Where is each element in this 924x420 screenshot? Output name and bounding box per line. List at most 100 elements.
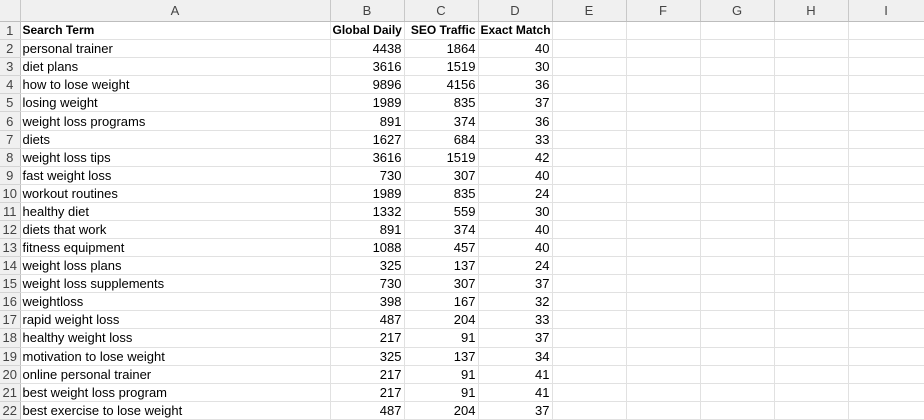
cell-empty[interactable]	[848, 292, 924, 312]
cell-seo-traffic[interactable]: 137	[404, 256, 479, 276]
cell-empty[interactable]	[774, 328, 849, 348]
cell-exact-match[interactable]: 24	[478, 184, 553, 203]
cell-search-term[interactable]: how to lose weight	[20, 75, 331, 95]
cell-empty[interactable]	[774, 274, 849, 294]
cell-empty[interactable]	[552, 93, 627, 113]
row-number[interactable]: 18	[0, 328, 21, 348]
cell-search-term[interactable]: healthy diet	[20, 202, 331, 221]
cell-global-daily[interactable]: 3616	[330, 57, 405, 77]
cell-empty[interactable]	[700, 39, 775, 59]
cell-empty[interactable]	[626, 93, 701, 113]
cell-empty[interactable]	[848, 93, 924, 113]
cell-empty[interactable]	[700, 111, 775, 131]
column-header-e[interactable]: E	[552, 0, 627, 23]
cell-exact-match[interactable]: 33	[478, 130, 553, 149]
cell-search-term[interactable]: healthy weight loss	[20, 328, 331, 348]
cell-empty[interactable]	[552, 148, 627, 167]
cell-empty[interactable]	[552, 238, 627, 258]
cell-empty[interactable]	[700, 93, 775, 113]
cell-exact-match[interactable]: 42	[478, 148, 553, 167]
cell-global-daily[interactable]: 891	[330, 111, 405, 131]
cell-search-term[interactable]: diets that work	[20, 220, 331, 240]
row-number[interactable]: 15	[0, 274, 21, 294]
cell-empty[interactable]	[552, 75, 627, 95]
cell-empty[interactable]	[774, 347, 849, 366]
cell-global-daily[interactable]: 325	[330, 347, 405, 366]
column-header-c[interactable]: C	[404, 0, 479, 23]
cell-empty[interactable]	[552, 274, 627, 294]
cell-empty[interactable]	[774, 39, 849, 59]
cell-seo-traffic[interactable]: 91	[404, 383, 479, 402]
cell-empty[interactable]	[626, 75, 701, 95]
row-number[interactable]: 2	[0, 39, 21, 59]
column-header-a[interactable]: A	[20, 0, 331, 23]
cell-empty[interactable]	[626, 220, 701, 240]
column-header-h[interactable]: H	[774, 0, 849, 23]
cell-empty[interactable]	[774, 220, 849, 240]
cell-search-term[interactable]: weight loss tips	[20, 148, 331, 167]
row-number[interactable]: 17	[0, 310, 21, 330]
cell-seo-traffic[interactable]: 91	[404, 365, 479, 384]
cell-empty[interactable]	[626, 39, 701, 59]
cell-empty[interactable]	[774, 310, 849, 330]
cell-seo-traffic[interactable]: 91	[404, 328, 479, 348]
cell-empty[interactable]	[774, 365, 849, 384]
cell-empty[interactable]	[774, 93, 849, 113]
cell-empty[interactable]	[848, 256, 924, 276]
cell-exact-match[interactable]: 40	[478, 166, 553, 185]
row-number[interactable]: 16	[0, 292, 21, 312]
row-number[interactable]: 19	[0, 347, 21, 366]
cell-empty[interactable]	[552, 256, 627, 276]
cell-empty[interactable]	[626, 130, 701, 149]
cell-seo-traffic[interactable]: 204	[404, 401, 479, 420]
cell-search-term[interactable]: best exercise to lose weight	[20, 401, 331, 420]
cell-seo-traffic[interactable]: 167	[404, 292, 479, 312]
row-number[interactable]: 22	[0, 401, 21, 420]
cell-global-daily[interactable]: 217	[330, 383, 405, 402]
cell-empty[interactable]	[552, 220, 627, 240]
cell-empty[interactable]	[700, 328, 775, 348]
cell-empty[interactable]	[848, 39, 924, 59]
cell-search-term[interactable]: personal trainer	[20, 39, 331, 59]
cell-seo-traffic[interactable]: 559	[404, 202, 479, 221]
cell-global-daily[interactable]: 217	[330, 328, 405, 348]
cell-search-term-header[interactable]: Search Term	[20, 21, 331, 41]
cell-empty[interactable]	[848, 21, 924, 41]
cell-seo-traffic[interactable]: 137	[404, 347, 479, 366]
row-number[interactable]: 7	[0, 130, 21, 149]
cell-seo-traffic[interactable]: 684	[404, 130, 479, 149]
cell-global-daily[interactable]: 730	[330, 166, 405, 185]
spreadsheet-grid[interactable]: A B C D E F G H I 1 Search Term Global D…	[0, 0, 924, 420]
cell-global-daily[interactable]: 4438	[330, 39, 405, 59]
cell-search-term[interactable]: weightloss	[20, 292, 331, 312]
cell-seo-traffic[interactable]: 374	[404, 111, 479, 131]
cell-empty[interactable]	[626, 274, 701, 294]
cell-empty[interactable]	[700, 166, 775, 185]
cell-empty[interactable]	[552, 292, 627, 312]
cell-global-daily[interactable]: 730	[330, 274, 405, 294]
cell-empty[interactable]	[774, 130, 849, 149]
cell-seo-traffic[interactable]: 835	[404, 184, 479, 203]
cell-empty[interactable]	[626, 347, 701, 366]
cell-empty[interactable]	[774, 401, 849, 420]
cell-empty[interactable]	[774, 166, 849, 185]
cell-empty[interactable]	[774, 238, 849, 258]
cell-global-daily[interactable]: 1332	[330, 202, 405, 221]
cell-exact-match[interactable]: 24	[478, 256, 553, 276]
cell-exact-match[interactable]: 40	[478, 39, 553, 59]
cell-empty[interactable]	[700, 130, 775, 149]
cell-empty[interactable]	[774, 111, 849, 131]
cell-global-daily[interactable]: 891	[330, 220, 405, 240]
cell-exact-match[interactable]: 41	[478, 365, 553, 384]
cell-seo-traffic[interactable]: 374	[404, 220, 479, 240]
cell-empty[interactable]	[848, 328, 924, 348]
cell-global-daily[interactable]: 1989	[330, 93, 405, 113]
cell-empty[interactable]	[848, 130, 924, 149]
row-number[interactable]: 4	[0, 75, 21, 95]
cell-empty[interactable]	[848, 238, 924, 258]
cell-empty[interactable]	[700, 148, 775, 167]
cell-empty[interactable]	[626, 238, 701, 258]
cell-empty[interactable]	[700, 274, 775, 294]
cell-exact-match[interactable]: 32	[478, 292, 553, 312]
cell-empty[interactable]	[848, 166, 924, 185]
